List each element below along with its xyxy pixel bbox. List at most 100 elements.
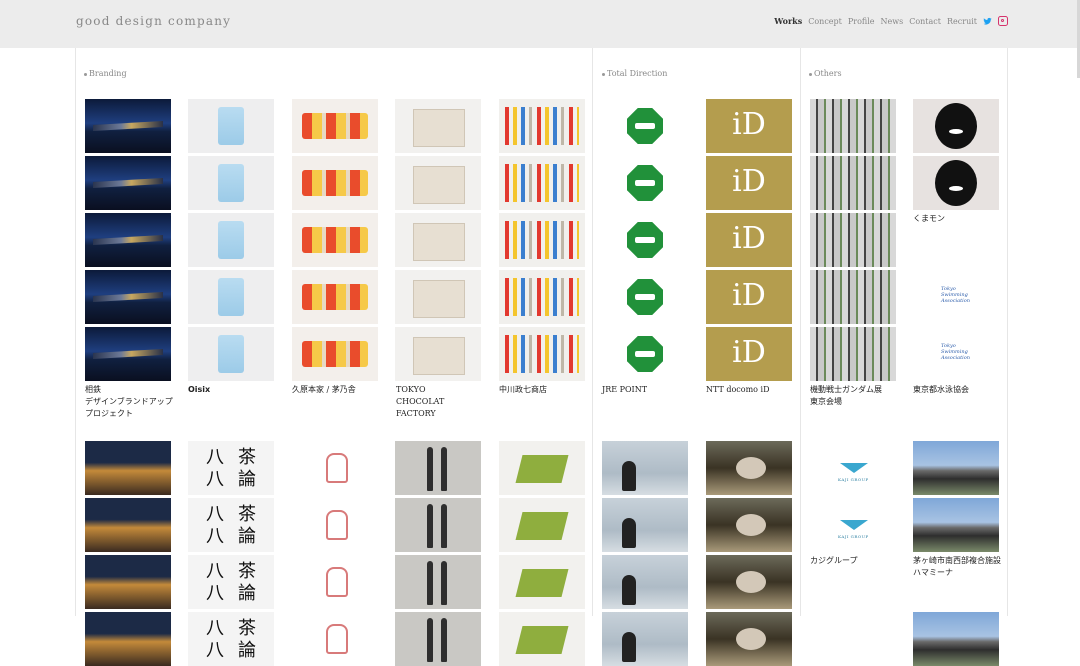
project-thumb-sotetsu[interactable] xyxy=(85,213,171,267)
project-thumb-street[interactable] xyxy=(706,498,792,552)
nav-works[interactable]: Works xyxy=(774,16,802,26)
project-thumb-nakagawa[interactable] xyxy=(499,99,585,153)
project-thumb-calligraphy[interactable]: 八茶 八論 xyxy=(188,498,274,552)
project-thumb-id[interactable]: iD xyxy=(706,99,792,153)
project-thumb-calligraphy[interactable]: 八茶 八論 xyxy=(188,612,274,666)
project-thumb-chigasaki[interactable] xyxy=(913,441,999,495)
project-thumb-sotetsu[interactable] xyxy=(85,270,171,324)
project-thumb-gundam[interactable] xyxy=(810,213,896,267)
project-thumb-nakagawa[interactable] xyxy=(499,156,585,210)
project-caption-gundam[interactable]: 機動戦士ガンダム展 東京会場 xyxy=(810,384,902,408)
project-thumb-kumamon[interactable] xyxy=(913,99,999,153)
project-thumb-shop[interactable] xyxy=(85,498,171,552)
project-thumb-street[interactable] xyxy=(706,441,792,495)
project-caption-id[interactable]: NTT docomo iD xyxy=(706,384,798,396)
project-thumb-sake[interactable] xyxy=(395,441,481,495)
project-caption-sotetsu[interactable]: 相鉄 デザインブランドアップ プロジェクト xyxy=(85,384,177,420)
project-thumb-tcf[interactable] xyxy=(395,99,481,153)
project-caption-chigasaki[interactable]: 茅ヶ崎市南西部複合施設 ハマミーナ xyxy=(913,555,1005,579)
project-caption-nakagawa[interactable]: 中川政七商店 xyxy=(499,384,591,396)
thumbnail-text: iD xyxy=(732,164,766,199)
project-thumb-sotetsu[interactable] xyxy=(85,99,171,153)
project-thumb-sotetsu[interactable] xyxy=(85,327,171,381)
project-thumb-sake[interactable] xyxy=(395,612,481,666)
nav-profile[interactable]: Profile xyxy=(848,17,875,26)
project-caption-tcf[interactable]: TOKYO CHOCOLAT FACTORY xyxy=(396,384,476,420)
project-thumb-kuzu[interactable] xyxy=(292,213,378,267)
project-thumb-kuzu[interactable] xyxy=(292,270,378,324)
project-thumb-next[interactable] xyxy=(913,612,999,666)
project-thumb-nakagawa[interactable] xyxy=(499,213,585,267)
project-thumb-kaji[interactable]: KAJI GROUP xyxy=(810,441,896,495)
project-thumb-calligraphy[interactable]: 八茶 八論 xyxy=(188,441,274,495)
project-thumb-oisix[interactable] xyxy=(188,327,274,381)
nav-contact[interactable]: Contact xyxy=(909,17,941,26)
project-caption-kumamon[interactable]: くまモン xyxy=(913,213,1005,225)
project-thumb-portrait[interactable] xyxy=(602,498,688,552)
project-thumb-shop[interactable] xyxy=(85,555,171,609)
project-thumb-id[interactable]: iD xyxy=(706,156,792,210)
project-thumb-matcha[interactable] xyxy=(499,441,585,495)
instagram-icon[interactable] xyxy=(998,16,1008,26)
project-thumb-street[interactable] xyxy=(706,612,792,666)
project-thumb-shop[interactable] xyxy=(85,441,171,495)
project-thumb-jre[interactable] xyxy=(602,213,688,267)
project-thumb-tsa[interactable]: Tokyo Swimming Association xyxy=(913,270,999,324)
project-thumb-jre[interactable] xyxy=(602,156,688,210)
nav-concept[interactable]: Concept xyxy=(808,17,842,26)
project-thumb-id[interactable]: iD xyxy=(706,327,792,381)
project-caption-kuzu[interactable]: 久原本家 / 茅乃舎 xyxy=(292,384,384,396)
project-thumb-tcf[interactable] xyxy=(395,327,481,381)
project-caption-kaji[interactable]: カジグループ xyxy=(810,555,902,567)
project-thumb-sake[interactable] xyxy=(395,498,481,552)
project-thumb-nakagawa[interactable] xyxy=(499,270,585,324)
project-thumb-kumamon[interactable] xyxy=(913,156,999,210)
project-thumb-nakagawa[interactable] xyxy=(499,327,585,381)
nav-recruit[interactable]: Recruit xyxy=(947,17,977,26)
project-caption-oisix[interactable]: Oisix xyxy=(188,384,280,396)
project-thumb-sake[interactable] xyxy=(395,555,481,609)
project-thumb-emblem[interactable] xyxy=(292,555,378,609)
twitter-icon[interactable] xyxy=(983,17,992,26)
project-thumb-gundam[interactable] xyxy=(810,99,896,153)
project-thumb-oisix[interactable] xyxy=(188,99,274,153)
project-thumb-kuzu[interactable] xyxy=(292,99,378,153)
project-thumb-chigasaki[interactable] xyxy=(913,498,999,552)
project-thumb-tcf[interactable] xyxy=(395,270,481,324)
project-thumb-portrait[interactable] xyxy=(602,441,688,495)
site-logo[interactable]: good design company xyxy=(76,14,231,28)
project-thumb-kuzu[interactable] xyxy=(292,327,378,381)
project-thumb-street[interactable] xyxy=(706,555,792,609)
project-thumb-jre[interactable] xyxy=(602,327,688,381)
project-thumb-emblem[interactable] xyxy=(292,498,378,552)
project-thumb-kaji[interactable]: KAJI GROUP xyxy=(810,498,896,552)
project-thumb-tcf[interactable] xyxy=(395,213,481,267)
thumbnail-text: 八茶 八論 xyxy=(206,504,270,547)
project-thumb-gundam[interactable] xyxy=(810,270,896,324)
project-thumb-kuzu[interactable] xyxy=(292,156,378,210)
project-thumb-id[interactable]: iD xyxy=(706,270,792,324)
project-caption-jre[interactable]: JRE POINT xyxy=(602,384,694,396)
nav-news[interactable]: News xyxy=(881,17,904,26)
project-thumb-calligraphy[interactable]: 八茶 八論 xyxy=(188,555,274,609)
project-thumb-oisix[interactable] xyxy=(188,156,274,210)
project-thumb-portrait[interactable] xyxy=(602,555,688,609)
project-thumb-oisix[interactable] xyxy=(188,213,274,267)
project-thumb-matcha[interactable] xyxy=(499,612,585,666)
project-thumb-shop[interactable] xyxy=(85,612,171,666)
project-thumb-matcha[interactable] xyxy=(499,498,585,552)
project-thumb-matcha[interactable] xyxy=(499,555,585,609)
project-caption-tsa[interactable]: 東京都水泳協会 xyxy=(913,384,1005,396)
project-thumb-portrait[interactable] xyxy=(602,612,688,666)
project-thumb-jre[interactable] xyxy=(602,99,688,153)
project-thumb-jre[interactable] xyxy=(602,270,688,324)
project-thumb-emblem[interactable] xyxy=(292,612,378,666)
project-thumb-oisix[interactable] xyxy=(188,270,274,324)
project-thumb-emblem[interactable] xyxy=(292,441,378,495)
project-thumb-gundam[interactable] xyxy=(810,156,896,210)
project-thumb-sotetsu[interactable] xyxy=(85,156,171,210)
project-thumb-tsa[interactable]: Tokyo Swimming Association xyxy=(913,327,999,381)
project-thumb-tcf[interactable] xyxy=(395,156,481,210)
project-thumb-id[interactable]: iD xyxy=(706,213,792,267)
project-thumb-gundam[interactable] xyxy=(810,327,896,381)
